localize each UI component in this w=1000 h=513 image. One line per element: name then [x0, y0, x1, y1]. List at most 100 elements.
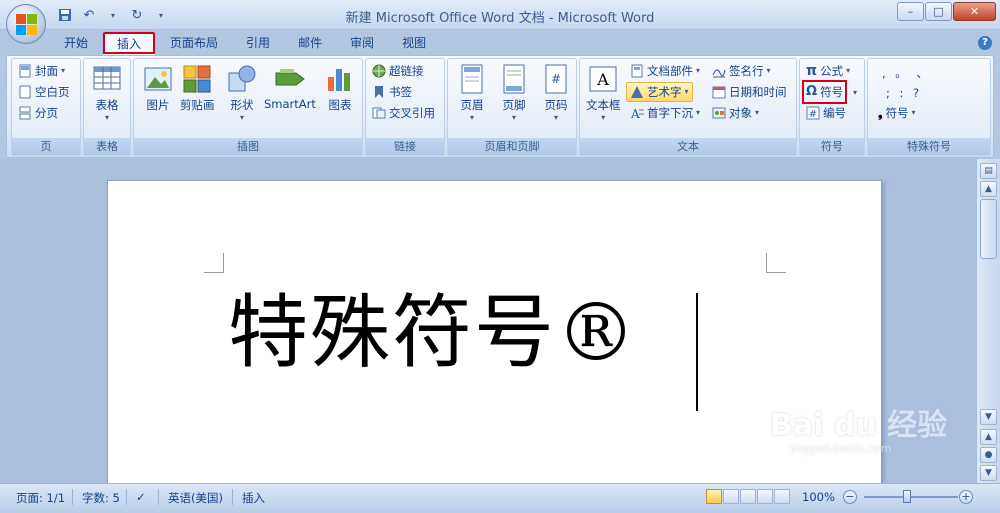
outline-view-icon[interactable]: [757, 489, 773, 504]
shapes-icon: [228, 65, 256, 92]
status-language[interactable]: 英语(美国): [168, 490, 223, 506]
group-label-links: 链接: [366, 138, 444, 155]
status-insert-mode[interactable]: 插入: [242, 490, 265, 506]
drop-cap-icon: A: [630, 106, 644, 121]
document-text[interactable]: 特殊符号®: [228, 293, 638, 373]
page-break-button[interactable]: 分页: [18, 103, 58, 123]
group-special-symbols: , 。 、 ; : ? ❟ 符号 ▾ 特殊符号: [867, 58, 991, 156]
full-screen-reading-icon[interactable]: [723, 489, 739, 504]
pi-icon: π: [806, 63, 818, 79]
special-symbols-row1[interactable]: , 。 、: [882, 63, 931, 83]
wordart-icon: [630, 85, 644, 99]
previous-page-icon[interactable]: ▲: [980, 429, 997, 445]
next-page-icon[interactable]: ▼: [980, 465, 997, 481]
quick-parts-button[interactable]: 文档部件 ▾: [630, 61, 700, 81]
group-text: A 文本框 ▾ 文档部件 ▾ 艺术字 ▾ A 首字下沉 ▾ 签名行 ▾ 日期和时间 对象…: [579, 58, 797, 156]
tab-view[interactable]: 视图: [388, 31, 440, 55]
chart-button[interactable]: 图表: [324, 63, 356, 113]
zoom-out-icon[interactable]: −: [843, 490, 857, 504]
drop-cap-button[interactable]: A 首字下沉 ▾: [630, 103, 700, 123]
clipart-button[interactable]: 剪贴画: [180, 63, 215, 113]
document-area: 特殊符号®: [0, 159, 976, 490]
footer-button[interactable]: 页脚 ▾: [498, 63, 530, 122]
smartart-button[interactable]: SmartArt: [264, 63, 316, 111]
page-break-icon: [18, 106, 32, 120]
shapes-button[interactable]: 形状 ▾: [226, 63, 258, 122]
picture-button[interactable]: 图片: [142, 63, 174, 113]
ribbon: 封面 ▾ 空白页 分页 页 表格 ▾ 表格 图片 剪贴画 形状 ▾ SmartA…: [6, 55, 994, 158]
tab-mailings[interactable]: 邮件: [284, 31, 336, 55]
wordart-button[interactable]: 艺术字 ▾: [626, 82, 693, 102]
comma-icon: ❟: [878, 106, 883, 120]
group-pages: 封面 ▾ 空白页 分页 页: [11, 58, 81, 156]
group-header-footer: 页眉 ▾ 页脚 ▾ # 页码 ▾ 页眉和页脚: [447, 58, 577, 156]
zoom-level[interactable]: 100%: [802, 490, 835, 504]
hyperlink-button[interactable]: 超链接: [372, 61, 424, 81]
scroll-up-icon[interactable]: ▲: [980, 181, 997, 197]
help-icon[interactable]: ?: [978, 36, 992, 50]
symbol-dropdown-icon[interactable]: ▾: [853, 88, 857, 97]
scroll-thumb[interactable]: [980, 199, 997, 259]
minimize-button[interactable]: –: [897, 2, 924, 21]
zoom-slider-thumb[interactable]: [903, 490, 911, 503]
svg-text:A: A: [596, 70, 609, 89]
textbox-button[interactable]: A 文本框 ▾: [586, 63, 621, 122]
smartart-icon: [275, 69, 305, 86]
header-button[interactable]: 页眉 ▾: [456, 63, 488, 122]
cross-reference-icon: [372, 106, 386, 120]
table-button[interactable]: 表格 ▾: [91, 63, 123, 122]
document-page[interactable]: 特殊符号®: [107, 180, 882, 490]
bookmark-button[interactable]: 书签: [372, 82, 412, 102]
tab-review[interactable]: 审阅: [336, 31, 388, 55]
date-time-button[interactable]: 日期和时间: [712, 82, 787, 102]
blank-page-button[interactable]: 空白页: [18, 82, 70, 102]
close-button[interactable]: ✕: [953, 2, 996, 21]
signature-icon: [712, 64, 726, 78]
group-symbols: π 公式 ▾ Ω 符号 ▾ # 编号 符号: [799, 58, 865, 156]
tab-home[interactable]: 开始: [50, 31, 102, 55]
page-number-button[interactable]: # 页码 ▾: [540, 63, 572, 122]
special-symbol-button[interactable]: ❟ 符号 ▾: [878, 103, 916, 123]
group-label-tables: 表格: [84, 138, 130, 155]
special-symbols-row2[interactable]: ; : ?: [886, 83, 922, 103]
office-button[interactable]: [6, 4, 46, 44]
zoom-in-icon[interactable]: +: [959, 490, 973, 504]
ruler-toggle-icon[interactable]: ▤: [980, 163, 997, 179]
zoom-slider[interactable]: [864, 496, 958, 498]
group-label-special-symbols: 特殊符号: [868, 138, 990, 155]
symbol-button[interactable]: Ω 符号: [801, 80, 848, 104]
object-icon: [712, 106, 726, 120]
header-icon: [461, 64, 483, 94]
text-cursor: [696, 293, 698, 411]
web-layout-icon[interactable]: [740, 489, 756, 504]
cover-page-button[interactable]: 封面 ▾: [18, 61, 65, 81]
maximize-button[interactable]: □: [925, 2, 952, 21]
status-word-count[interactable]: 字数: 5: [82, 490, 120, 506]
browse-object-icon[interactable]: ●: [980, 447, 997, 463]
crop-mark-right: [766, 253, 786, 273]
proofing-icon[interactable]: ✓: [136, 490, 146, 504]
signature-line-button[interactable]: 签名行 ▾: [712, 61, 771, 81]
vertical-scrollbar[interactable]: ▤ ▲ ▼ ▲ ● ▼: [976, 159, 1000, 483]
window-controls: – □ ✕: [897, 2, 996, 21]
picture-icon: [144, 67, 172, 91]
crop-mark-left: [204, 253, 224, 273]
svg-text:A: A: [630, 107, 640, 120]
tab-page-layout[interactable]: 页面布局: [156, 31, 232, 55]
scroll-down-icon[interactable]: ▼: [980, 409, 997, 425]
numbering-icon: #: [806, 106, 820, 120]
clipart-icon: [183, 65, 211, 93]
tab-references[interactable]: 引用: [232, 31, 284, 55]
numbering-button[interactable]: # 编号: [806, 103, 846, 123]
status-page[interactable]: 页面: 1/1: [16, 490, 65, 506]
group-illustrations: 图片 剪贴画 形状 ▾ SmartArt 图表 插图: [133, 58, 363, 156]
object-button[interactable]: 对象 ▾: [712, 103, 759, 123]
cross-reference-button[interactable]: 交叉引用: [372, 103, 435, 123]
cover-page-icon: [18, 64, 32, 78]
group-label-illustrations: 插图: [134, 138, 362, 155]
draft-view-icon[interactable]: [774, 489, 790, 504]
tab-insert[interactable]: 插入: [102, 31, 157, 55]
group-label-pages: 页: [12, 138, 80, 155]
print-layout-icon[interactable]: [706, 489, 722, 504]
equation-button[interactable]: π 公式 ▾: [806, 61, 850, 81]
